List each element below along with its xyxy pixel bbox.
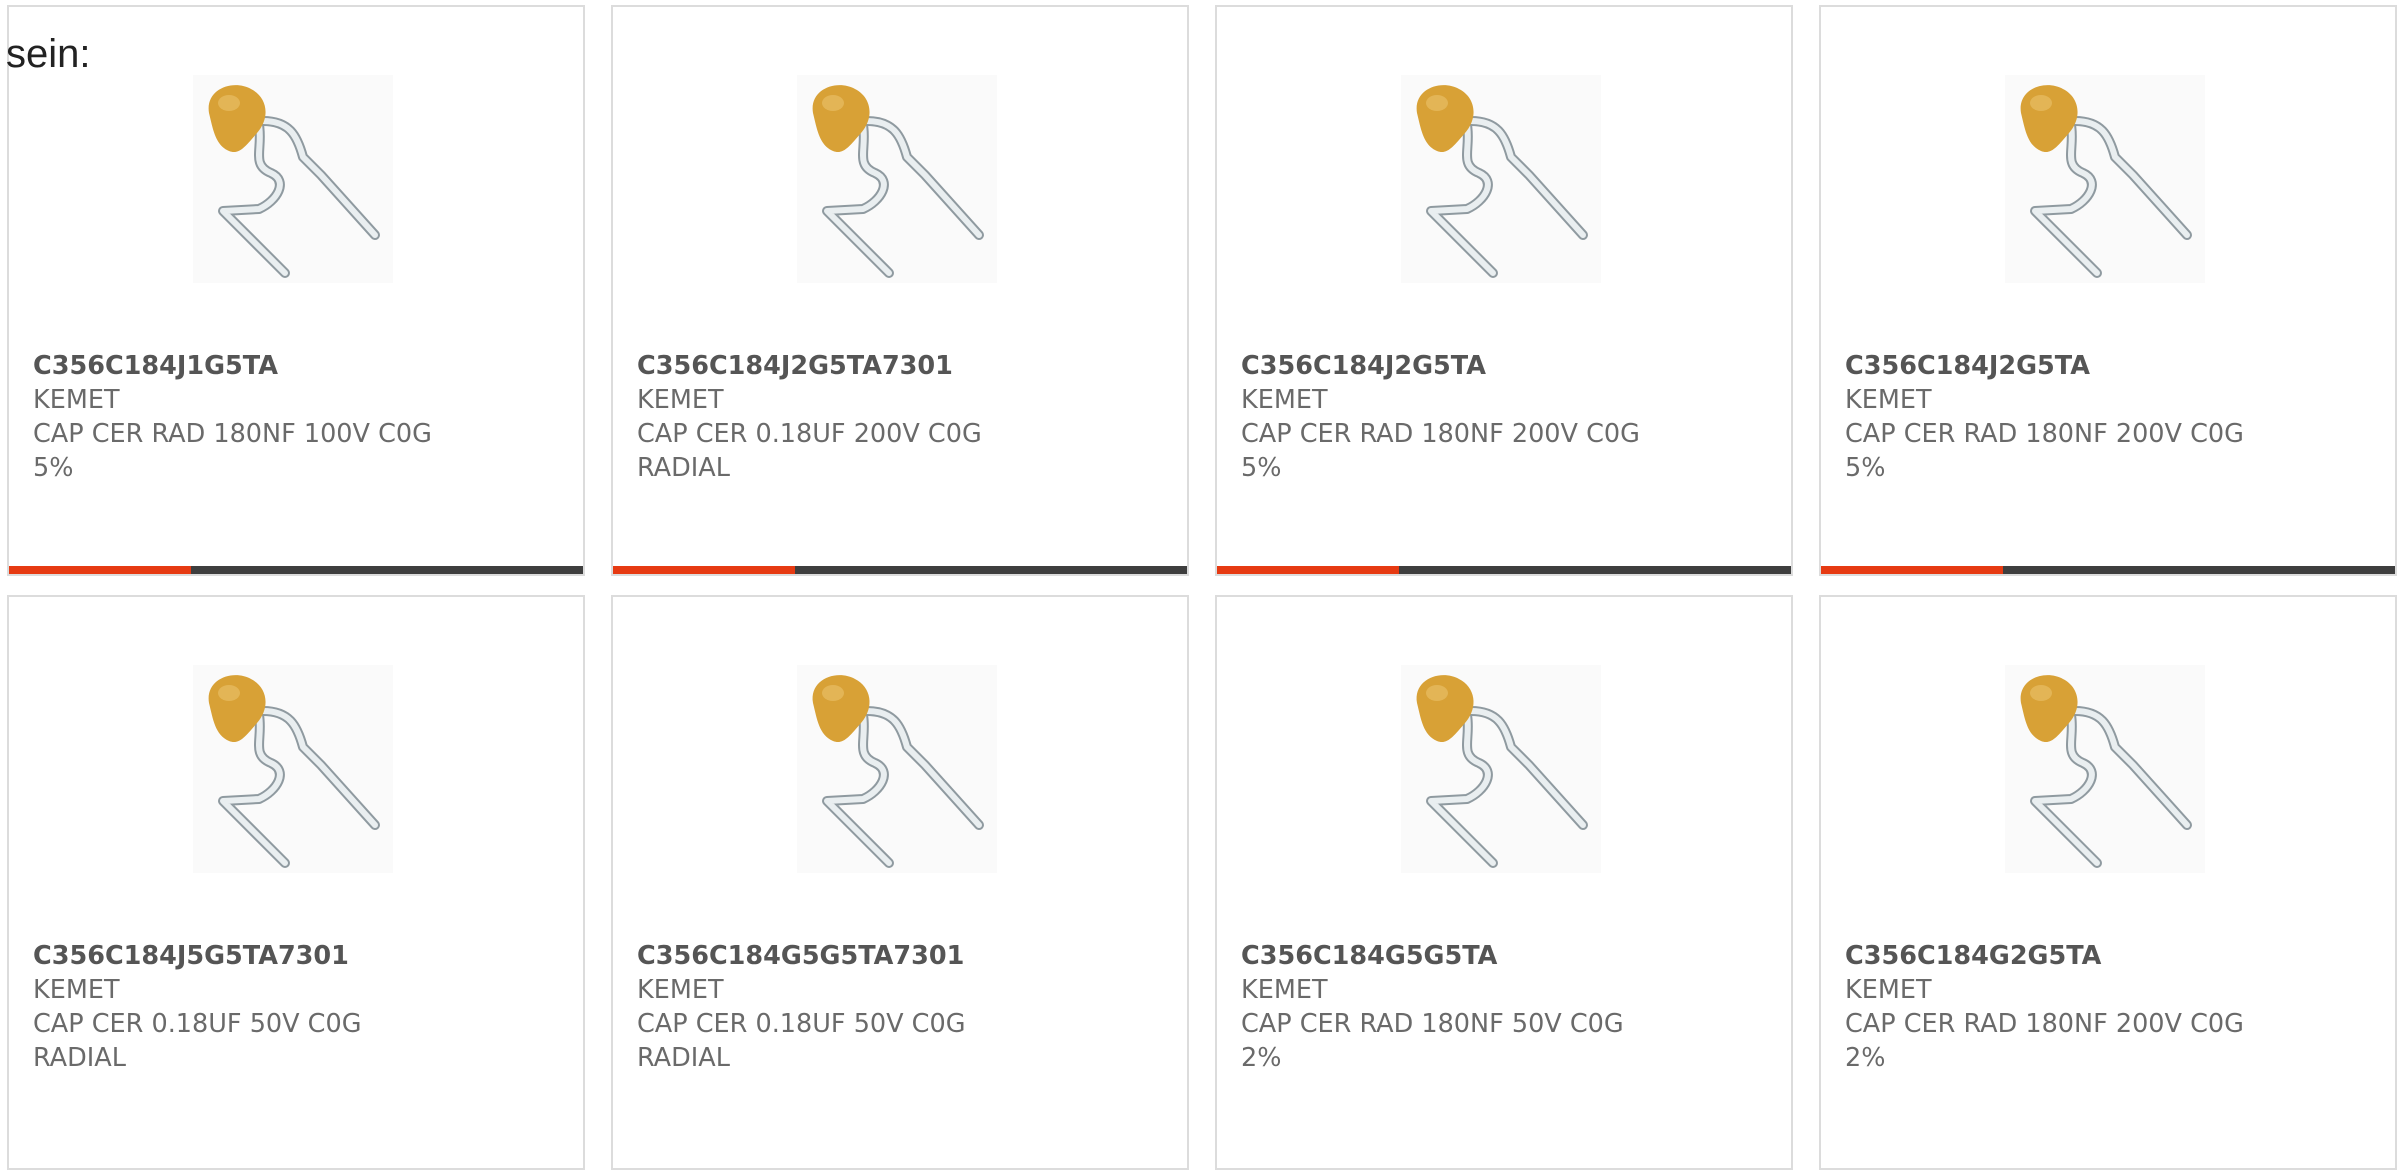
card-footer-bar: [1217, 566, 1791, 574]
description-line: RADIAL: [637, 453, 730, 483]
product-image[interactable]: [1401, 75, 1601, 283]
description-line: 5%: [33, 453, 74, 483]
description-line: CAP CER 0.18UF 200V C0G: [637, 419, 982, 449]
product-card[interactable]: C356C184G5G5TA7301 KEMET CAP CER 0.18UF …: [611, 595, 1189, 1170]
part-number[interactable]: C356C184G5G5TA: [1241, 939, 1771, 973]
product-grid: C356C184J1G5TA KEMET CAP CER RAD 180NF 1…: [7, 5, 2400, 1170]
description-line: CAP CER RAD 180NF 50V C0G: [1241, 1009, 1624, 1039]
part-number[interactable]: C356C184J5G5TA7301: [33, 939, 563, 973]
product-image[interactable]: [797, 75, 997, 283]
manufacturer: KEMET: [637, 385, 724, 415]
part-number[interactable]: C356C184J1G5TA: [33, 349, 563, 383]
description-line: 5%: [1241, 453, 1282, 483]
product-image[interactable]: [193, 75, 393, 283]
manufacturer: KEMET: [1241, 975, 1328, 1005]
card-footer-bar: [613, 566, 1187, 574]
product-card[interactable]: C356C184G5G5TA KEMET CAP CER RAD 180NF 5…: [1215, 595, 1793, 1170]
part-number[interactable]: C356C184J2G5TA: [1845, 349, 2375, 383]
card-accent-bar: [1217, 566, 1399, 574]
product-image[interactable]: [797, 665, 997, 873]
card-accent-bar: [1821, 566, 2003, 574]
product-image[interactable]: [2005, 665, 2205, 873]
manufacturer: KEMET: [1845, 975, 1932, 1005]
description-line: CAP CER 0.18UF 50V C0G: [33, 1009, 362, 1039]
product-card[interactable]: C356C184J5G5TA7301 KEMET CAP CER 0.18UF …: [7, 595, 585, 1170]
part-number[interactable]: C356C184G5G5TA7301: [637, 939, 1167, 973]
manufacturer: KEMET: [33, 385, 120, 415]
manufacturer: KEMET: [1241, 385, 1328, 415]
part-number[interactable]: C356C184G2G5TA: [1845, 939, 2375, 973]
description-line: CAP CER RAD 180NF 200V C0G: [1241, 419, 1640, 449]
description-line: CAP CER RAD 180NF 100V C0G: [33, 419, 432, 449]
product-image[interactable]: [1401, 665, 1601, 873]
card-footer-bar: [1821, 566, 2395, 574]
manufacturer: KEMET: [637, 975, 724, 1005]
radial-ceramic-capacitor-icon: [1416, 675, 1588, 868]
description-line: 2%: [1241, 1043, 1282, 1073]
description-line: RADIAL: [637, 1043, 730, 1073]
description-line: 5%: [1845, 453, 1886, 483]
product-image[interactable]: [193, 665, 393, 873]
radial-ceramic-capacitor-icon: [812, 85, 984, 278]
product-card[interactable]: C356C184J2G5TA7301 KEMET CAP CER 0.18UF …: [611, 5, 1189, 576]
radial-ceramic-capacitor-icon: [1416, 85, 1588, 278]
description-line: CAP CER RAD 180NF 200V C0G: [1845, 1009, 2244, 1039]
radial-ceramic-capacitor-icon: [2020, 85, 2192, 278]
product-card[interactable]: C356C184J2G5TA KEMET CAP CER RAD 180NF 2…: [1819, 5, 2397, 576]
card-accent-bar: [9, 566, 191, 574]
radial-ceramic-capacitor-icon: [812, 675, 984, 868]
manufacturer: KEMET: [1845, 385, 1932, 415]
card-footer-bar: [9, 566, 583, 574]
description-line: RADIAL: [33, 1043, 126, 1073]
part-number[interactable]: C356C184J2G5TA: [1241, 349, 1771, 383]
product-card[interactable]: C356C184J2G5TA KEMET CAP CER RAD 180NF 2…: [1215, 5, 1793, 576]
product-card[interactable]: C356C184J1G5TA KEMET CAP CER RAD 180NF 1…: [7, 5, 585, 576]
radial-ceramic-capacitor-icon: [208, 675, 380, 868]
manufacturer: KEMET: [33, 975, 120, 1005]
prefix-text: sein:: [6, 32, 91, 76]
product-card[interactable]: C356C184G2G5TA KEMET CAP CER RAD 180NF 2…: [1819, 595, 2397, 1170]
radial-ceramic-capacitor-icon: [2020, 675, 2192, 868]
product-image[interactable]: [2005, 75, 2205, 283]
description-line: CAP CER RAD 180NF 200V C0G: [1845, 419, 2244, 449]
description-line: 2%: [1845, 1043, 1886, 1073]
part-number[interactable]: C356C184J2G5TA7301: [637, 349, 1167, 383]
description-line: CAP CER 0.18UF 50V C0G: [637, 1009, 966, 1039]
card-accent-bar: [613, 566, 795, 574]
radial-ceramic-capacitor-icon: [208, 85, 380, 278]
